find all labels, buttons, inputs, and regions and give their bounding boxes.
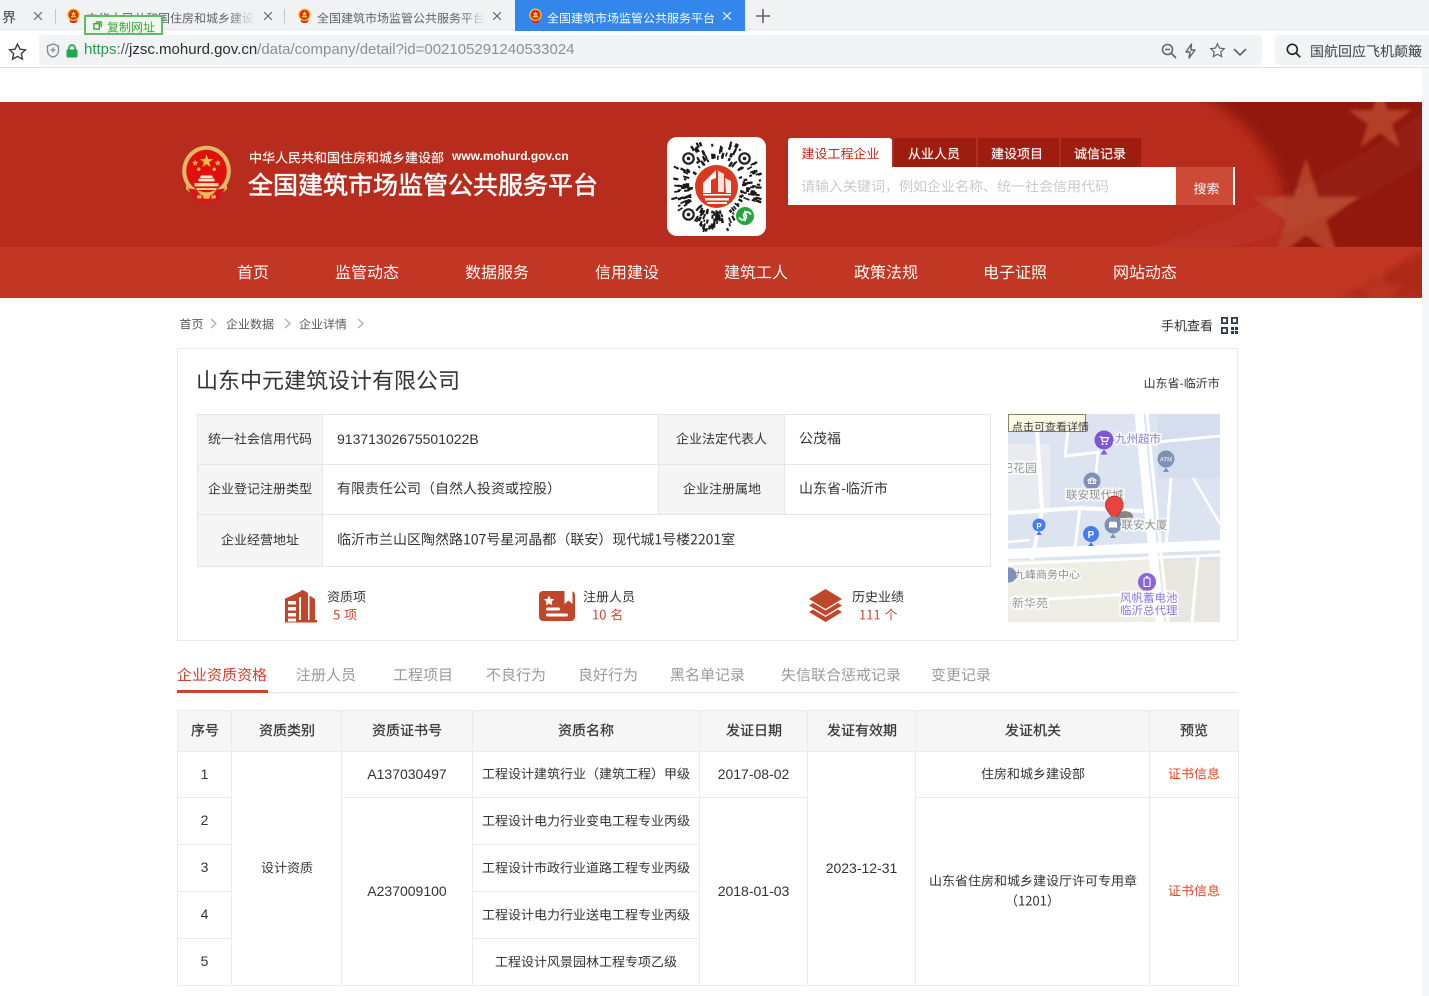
svg-text:P: P xyxy=(1036,522,1042,531)
svg-text:ATM: ATM xyxy=(1160,458,1172,464)
svg-text:P: P xyxy=(1088,530,1095,541)
